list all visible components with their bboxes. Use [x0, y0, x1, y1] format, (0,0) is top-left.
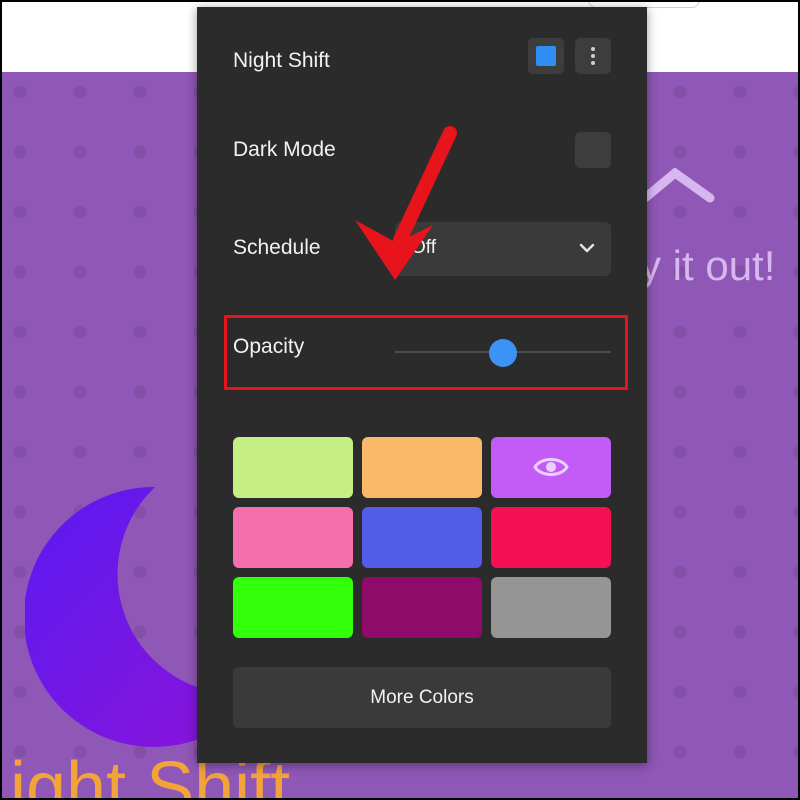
highlight-box	[224, 315, 628, 390]
night-shift-toggle[interactable]	[528, 38, 564, 74]
night-shift-active-indicator	[536, 46, 556, 66]
schedule-label: Schedule	[233, 236, 321, 259]
kebab-menu-icon[interactable]	[575, 38, 611, 74]
annotation-arrow-icon	[355, 126, 457, 280]
dark-mode-label: Dark Mode	[233, 138, 336, 161]
decor-caret-icon	[640, 168, 715, 203]
color-swatch-plum[interactable]	[362, 577, 482, 638]
tagline-text: y it out!	[640, 242, 776, 289]
more-colors-button[interactable]: More Colors	[233, 667, 611, 728]
color-swatch-violet[interactable]	[491, 437, 611, 498]
dark-mode-toggle[interactable]	[575, 132, 611, 168]
color-swatch-crimson[interactable]	[491, 507, 611, 568]
eye-icon	[533, 458, 569, 476]
night-shift-label: Night Shift	[233, 49, 330, 72]
color-swatch-light-green[interactable]	[233, 437, 353, 498]
color-swatch-blue[interactable]	[362, 507, 482, 568]
chevron-down-icon	[579, 243, 595, 253]
color-swatch-green[interactable]	[233, 577, 353, 638]
color-swatch-pink[interactable]	[233, 507, 353, 568]
color-swatch-gray[interactable]	[491, 577, 611, 638]
color-swatch-orange[interactable]	[362, 437, 482, 498]
